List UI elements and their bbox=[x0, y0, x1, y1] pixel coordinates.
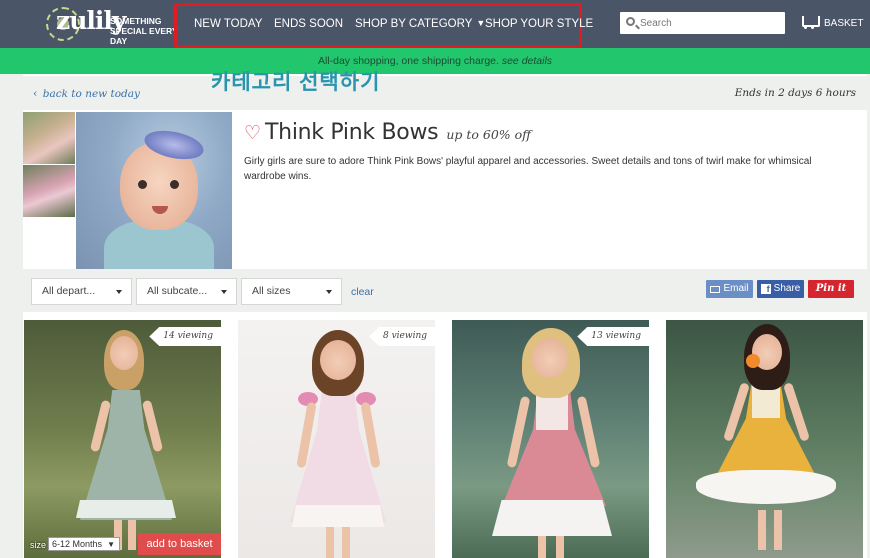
department-dropdown[interactable]: All depart... bbox=[31, 278, 132, 305]
dress-lace-hem bbox=[292, 505, 384, 527]
event-discount: up to 60% off bbox=[446, 127, 531, 142]
basket-label: BASKET bbox=[824, 17, 864, 29]
top-nav-bar: zulily SOMETHING SPECIAL EVERY DAY NEW T… bbox=[0, 0, 870, 48]
left-gutter bbox=[0, 74, 23, 558]
viewing-count-badge: 14 viewing bbox=[149, 327, 221, 346]
product-card[interactable]: 8 viewing bbox=[238, 320, 435, 558]
basket-link[interactable]: BASKET bbox=[800, 12, 863, 34]
caret-down-icon bbox=[221, 290, 227, 294]
flower-hair-clip bbox=[746, 354, 760, 368]
nav-ends-soon[interactable]: ENDS SOON bbox=[274, 18, 343, 30]
nav-shop-by-category[interactable]: SHOP BY CATEGORY ▼ bbox=[355, 18, 485, 30]
chevron-left-icon: ‹ bbox=[33, 87, 38, 100]
event-title: Think Pink Bows bbox=[265, 120, 439, 145]
logo-tagline: SOMETHING SPECIAL EVERY DAY bbox=[110, 16, 178, 46]
dress-white-hem bbox=[492, 500, 612, 536]
product-card[interactable]: 13 viewing bbox=[452, 320, 649, 558]
size-label: size bbox=[30, 540, 47, 550]
filter-bar: All depart... All subcate... All sizes c… bbox=[23, 269, 867, 312]
caret-down-icon bbox=[326, 290, 332, 294]
caret-down-icon bbox=[116, 290, 122, 294]
event-description: Girly girls are sure to adore Think Pink… bbox=[244, 156, 812, 182]
product-card[interactable] bbox=[666, 320, 863, 558]
viewing-count-badge: 8 viewing bbox=[368, 327, 435, 346]
search-box bbox=[620, 12, 785, 34]
event-hero-image bbox=[76, 112, 232, 269]
girl-face bbox=[320, 340, 356, 380]
size-select-value: 6-12 Months bbox=[52, 539, 103, 549]
event-thumbnail-2[interactable] bbox=[23, 165, 75, 217]
pinterest-button[interactable]: Pin it bbox=[808, 280, 854, 298]
facebook-icon: f bbox=[760, 284, 771, 294]
email-share-button[interactable]: Email bbox=[706, 280, 753, 298]
event-ends-countdown: Ends in 2 days 6 hours bbox=[734, 87, 856, 99]
zulily-logo[interactable]: zulily SOMETHING SPECIAL EVERY DAY bbox=[46, 4, 177, 46]
chevron-down-icon: ▼ bbox=[476, 18, 486, 28]
subcategory-value: All subcate... bbox=[147, 285, 208, 297]
clear-filters-link[interactable]: clear bbox=[351, 286, 374, 298]
search-icon[interactable] bbox=[626, 17, 635, 26]
search-input[interactable] bbox=[640, 15, 780, 31]
hero-eye-right bbox=[170, 180, 179, 189]
korean-annotation: 카테고리 선택하기 bbox=[211, 71, 381, 94]
event-title-row: ♡ Think Pink Bows up to 60% off bbox=[244, 120, 531, 150]
back-to-new-today-link[interactable]: ‹ back to new today bbox=[33, 87, 140, 100]
dress-white-hem bbox=[696, 470, 836, 504]
breadcrumb-row: ‹ back to new today Ends in 2 days 6 hou… bbox=[23, 76, 867, 110]
subcategory-dropdown[interactable]: All subcate... bbox=[136, 278, 237, 305]
event-thumbnail-1[interactable] bbox=[23, 112, 75, 164]
shipping-promo-bar: All-day shopping, one shipping charge. s… bbox=[0, 48, 870, 74]
facebook-share-button[interactable]: f Share bbox=[757, 280, 804, 298]
see-details-link[interactable]: see details bbox=[502, 55, 552, 67]
email-share-label: Email bbox=[723, 283, 749, 294]
heart-icon[interactable]: ♡ bbox=[244, 122, 261, 144]
nav-shop-by-category-label: SHOP BY CATEGORY bbox=[355, 18, 473, 30]
department-value: All depart... bbox=[42, 285, 96, 297]
nav-new-today[interactable]: NEW TODAY bbox=[194, 18, 262, 30]
size-and-add-bar: size 6-12 Months ▼ add to basket bbox=[24, 532, 221, 558]
size-select[interactable]: 6-12 Months ▼ bbox=[48, 537, 120, 551]
girl-leg bbox=[758, 510, 766, 550]
hero-eye-left bbox=[138, 180, 147, 189]
girl-leg bbox=[774, 510, 782, 550]
sizes-value: All sizes bbox=[252, 285, 291, 297]
viewing-count-badge: 13 viewing bbox=[577, 327, 649, 346]
facebook-share-label: Share bbox=[773, 283, 801, 294]
caret-down-icon: ▼ bbox=[107, 540, 115, 549]
cart-icon bbox=[800, 16, 820, 30]
sizes-dropdown[interactable]: All sizes bbox=[241, 278, 342, 305]
add-to-basket-button[interactable]: add to basket bbox=[138, 533, 221, 555]
dress-lace-hem bbox=[76, 500, 176, 518]
back-link-label: back to new today bbox=[42, 88, 140, 100]
envelope-icon bbox=[710, 285, 721, 293]
girl-face bbox=[110, 336, 138, 370]
product-card[interactable]: 14 viewing size 6-12 Months ▼ add to bas… bbox=[24, 320, 221, 558]
nav-shop-your-style[interactable]: SHOP YOUR STYLE bbox=[485, 18, 593, 30]
girl-face bbox=[532, 338, 568, 378]
